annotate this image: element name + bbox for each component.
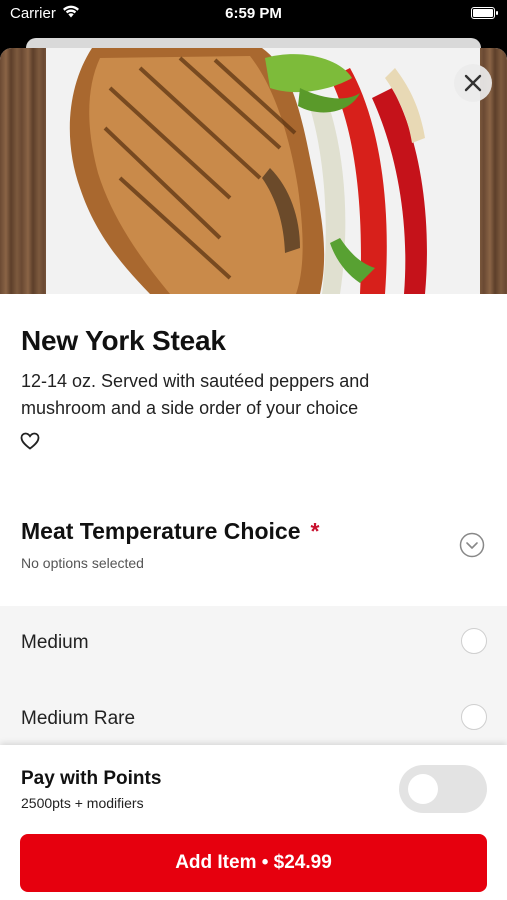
close-button[interactable] xyxy=(454,64,492,102)
option-label: Medium xyxy=(21,632,89,653)
chevron-down-circle-icon[interactable] xyxy=(459,532,485,563)
option-radio[interactable] xyxy=(461,704,487,730)
item-detail-sheet: New York Steak 12-14 oz. Served with sau… xyxy=(0,48,507,900)
option-row-medium-rare[interactable]: Medium Rare xyxy=(0,682,507,754)
points-subtitle: 2500pts + modifiers xyxy=(21,795,144,811)
battery-icon xyxy=(471,7,498,19)
pay-with-points-toggle[interactable] xyxy=(399,765,487,813)
modifier-group-label: Meat Temperature Choice xyxy=(21,518,301,544)
heart-outline-icon[interactable] xyxy=(20,432,40,455)
item-description: 12-14 oz. Served with sautéed peppers an… xyxy=(21,371,370,418)
toggle-knob xyxy=(408,774,438,804)
option-label: Medium Rare xyxy=(21,708,136,729)
modifier-group-status: No options selected xyxy=(21,555,144,571)
add-item-button[interactable]: Add Item • $24.99 xyxy=(20,834,487,892)
status-time: 6:59 PM xyxy=(225,5,282,22)
steak-illustration xyxy=(69,48,427,294)
option-row-medium[interactable]: Medium xyxy=(0,606,507,678)
checkout-footer: Pay with Points 2500pts + modifiers Add … xyxy=(0,745,507,900)
option-radio[interactable] xyxy=(461,628,487,654)
options-list: Medium Medium Rare xyxy=(0,606,507,766)
status-bar: Carrier 6:59 PM xyxy=(0,0,507,28)
modifier-group-title: Meat Temperature Choice * xyxy=(21,518,319,545)
item-photo xyxy=(0,48,507,294)
close-icon xyxy=(464,74,482,92)
required-marker: * xyxy=(310,518,320,544)
points-title: Pay with Points xyxy=(21,768,162,789)
item-name: New York Steak xyxy=(21,325,226,356)
